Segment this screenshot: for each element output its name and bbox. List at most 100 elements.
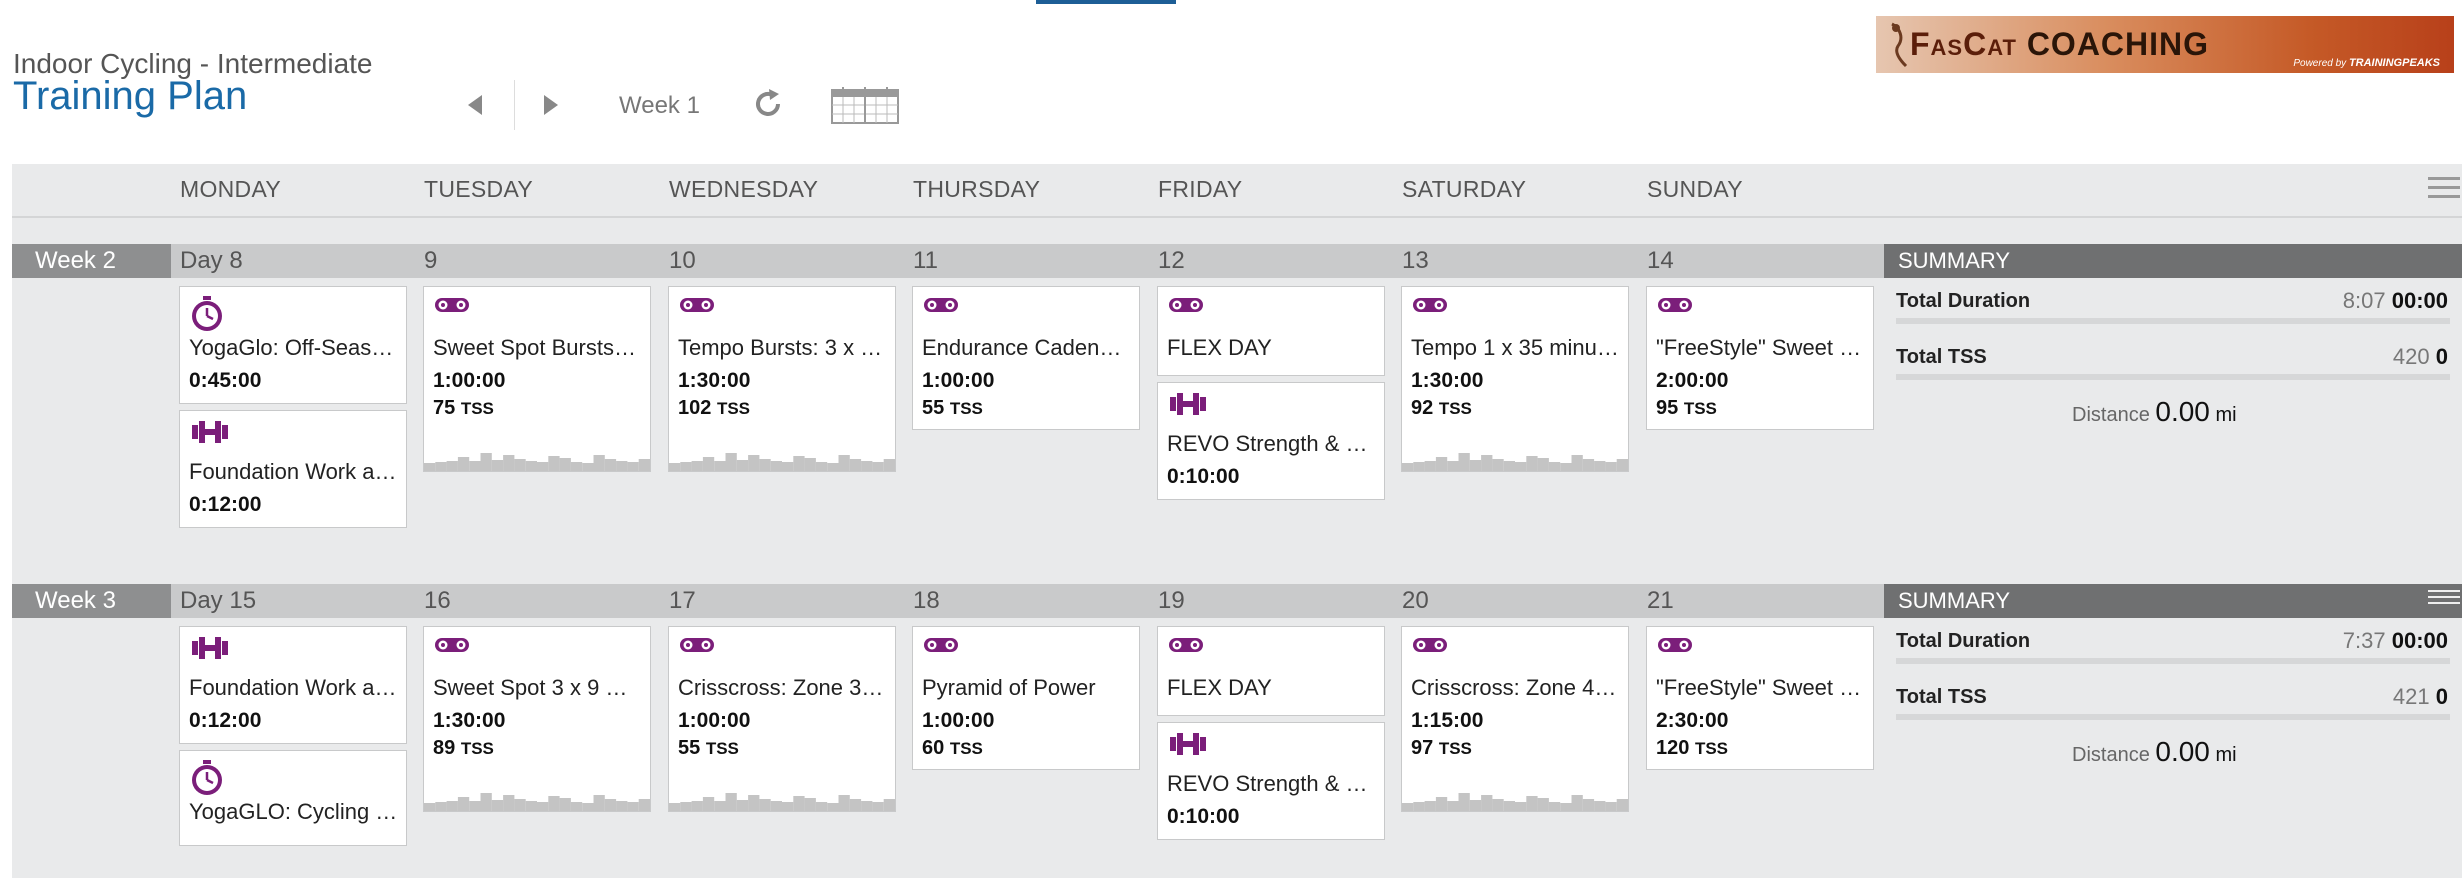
workout-tss: 89 TSS [433, 737, 494, 759]
workout-card[interactable]: FLEX DAY [1157, 286, 1385, 376]
bike-icon [923, 295, 959, 320]
calendar-button[interactable] [831, 86, 899, 124]
week-bar [12, 244, 1884, 278]
day-number: 11 [913, 247, 938, 274]
summary-menu-button[interactable] [2428, 590, 2460, 610]
tss-progress-bar [1896, 714, 2450, 720]
workout-card[interactable]: FLEX DAY [1157, 626, 1385, 716]
workout-title: Foundation Work a… [189, 459, 397, 484]
day-number: 16 [424, 587, 451, 614]
day-number: 21 [1647, 587, 1674, 614]
workout-profile-graph [669, 453, 895, 471]
dumbbell-icon [1168, 731, 1208, 762]
workout-title: Foundation Work a… [189, 675, 397, 700]
workout-title: FLEX DAY [1167, 335, 1272, 360]
workout-tss: 97 TSS [1411, 737, 1472, 759]
duration-progress-bar [1896, 318, 2450, 324]
day-number: 12 [1158, 247, 1185, 274]
workout-card[interactable]: YogaGLO: Cycling … [179, 750, 407, 846]
total-distance: Distance 0.00 mi [2072, 396, 2237, 427]
day-header-saturday: SATURDAY [1402, 176, 1527, 202]
total-duration-label: Total Duration [1896, 630, 2031, 652]
day-number: 14 [1647, 247, 1674, 274]
calendar-menu-button[interactable] [2428, 177, 2460, 204]
dumbbell-icon [190, 635, 230, 666]
workout-duration: 0:45:00 [189, 369, 262, 392]
workout-tss: 55 TSS [678, 737, 739, 759]
workout-title: Sweet Spot 3 x 9 … [433, 675, 628, 700]
workout-duration: 2:30:00 [1656, 709, 1729, 732]
workout-card[interactable]: "FreeStyle" Sweet … 2:00:00 95 TSS [1646, 286, 1874, 430]
current-week-label: Week 1 [619, 92, 700, 119]
page-title: Training Plan [13, 74, 248, 118]
refresh-button[interactable] [750, 86, 786, 122]
day-number: Day 15 [180, 587, 257, 614]
nav-divider [514, 80, 515, 130]
day-header-wednesday: WEDNESDAY [669, 176, 819, 202]
workout-title: Pyramid of Power [922, 675, 1096, 700]
day-number: 10 [669, 247, 696, 274]
workout-title: Tempo 1 x 35 minu… [1411, 335, 1619, 360]
stopwatch-icon [190, 759, 224, 802]
total-tss-value: 421 0 [2392, 684, 2448, 709]
workout-duration: 0:12:00 [189, 709, 262, 732]
calendar-icon [831, 87, 899, 124]
next-week-button[interactable] [536, 90, 566, 120]
workout-duration: 1:00:00 [922, 709, 995, 732]
workout-card[interactable]: Crisscross: Zone 4… 1:15:00 97 TSS [1401, 626, 1629, 812]
workout-title: "FreeStyle" Sweet … [1656, 675, 1862, 700]
workout-card[interactable]: Endurance Caden… 1:00:00 55 TSS [912, 286, 1140, 430]
workout-duration: 0:10:00 [1167, 465, 1240, 488]
workout-profile-graph [424, 453, 650, 471]
workout-title: Tempo Bursts: 3 x … [678, 335, 883, 360]
day-number: 9 [424, 247, 438, 274]
cyclist-logo-icon [1891, 22, 1908, 68]
workout-card[interactable]: Foundation Work a… 0:12:00 [179, 410, 407, 528]
day-number: 13 [1402, 247, 1429, 274]
workout-card[interactable]: REVO Strength & … 0:10:00 [1157, 382, 1385, 500]
day-header-friday: FRIDAY [1158, 176, 1243, 202]
workout-card[interactable]: REVO Strength & … 0:10:00 [1157, 722, 1385, 840]
workout-duration: 1:15:00 [1411, 709, 1484, 732]
workout-duration: 1:30:00 [1411, 369, 1484, 392]
triangle-right-icon [544, 95, 558, 115]
workout-tss: 102 TSS [678, 397, 750, 419]
workout-title: YogaGlo: Off-Seas… [189, 335, 394, 360]
summary-header: SUMMARY [1884, 244, 2462, 278]
bike-icon [679, 295, 715, 320]
bike-icon [1412, 295, 1448, 320]
previous-week-button[interactable] [460, 90, 490, 120]
workout-card[interactable]: Tempo Bursts: 3 x … 1:30:00 102 TSS [668, 286, 896, 472]
total-tss-label: Total TSS [1896, 686, 1987, 708]
workout-card[interactable]: Pyramid of Power 1:00:00 60 TSS [912, 626, 1140, 770]
day-number: 20 [1402, 587, 1429, 614]
workout-title: YogaGLO: Cycling … [189, 799, 398, 824]
bike-icon [434, 635, 470, 660]
day-header-tuesday: TUESDAY [424, 176, 534, 202]
workout-duration: 1:00:00 [922, 369, 995, 392]
workout-card[interactable]: "FreeStyle" Sweet … 2:30:00 120 TSS [1646, 626, 1874, 770]
workout-card[interactable]: Tempo 1 x 35 minu… 1:30:00 92 TSS [1401, 286, 1629, 472]
refresh-icon [756, 89, 780, 116]
bike-icon [1657, 295, 1693, 320]
bike-icon [1657, 635, 1693, 660]
active-tab-indicator [1036, 0, 1176, 4]
bike-icon [679, 635, 715, 660]
dumbbell-icon [190, 419, 230, 450]
dumbbell-icon [1168, 391, 1208, 422]
workout-card[interactable]: YogaGlo: Off-Seas… 0:45:00 [179, 286, 407, 404]
day-number: 17 [669, 587, 696, 614]
workout-tss: 120 TSS [1656, 737, 1728, 759]
workout-card[interactable]: Sweet Spot 3 x 9 … 1:30:00 89 TSS [423, 626, 651, 812]
workout-duration: 0:12:00 [189, 493, 262, 516]
workout-profile-graph [1402, 453, 1628, 471]
bike-icon [1412, 635, 1448, 660]
workout-duration: 1:00:00 [678, 709, 751, 732]
workout-card[interactable]: Sweet Spot Bursts… 1:00:00 75 TSS [423, 286, 651, 472]
workout-card[interactable]: Crisscross: Zone 3… 1:00:00 55 TSS [668, 626, 896, 812]
workout-title: Sweet Spot Bursts… [433, 335, 636, 360]
fascat-coaching-logo: FasCat COACHING Powered by TRAININGPEAKS [1876, 16, 2454, 73]
workout-card[interactable]: Foundation Work a… 0:12:00 [179, 626, 407, 744]
total-duration-value: 8:07 00:00 [2342, 288, 2448, 313]
duration-progress-bar [1896, 658, 2450, 664]
